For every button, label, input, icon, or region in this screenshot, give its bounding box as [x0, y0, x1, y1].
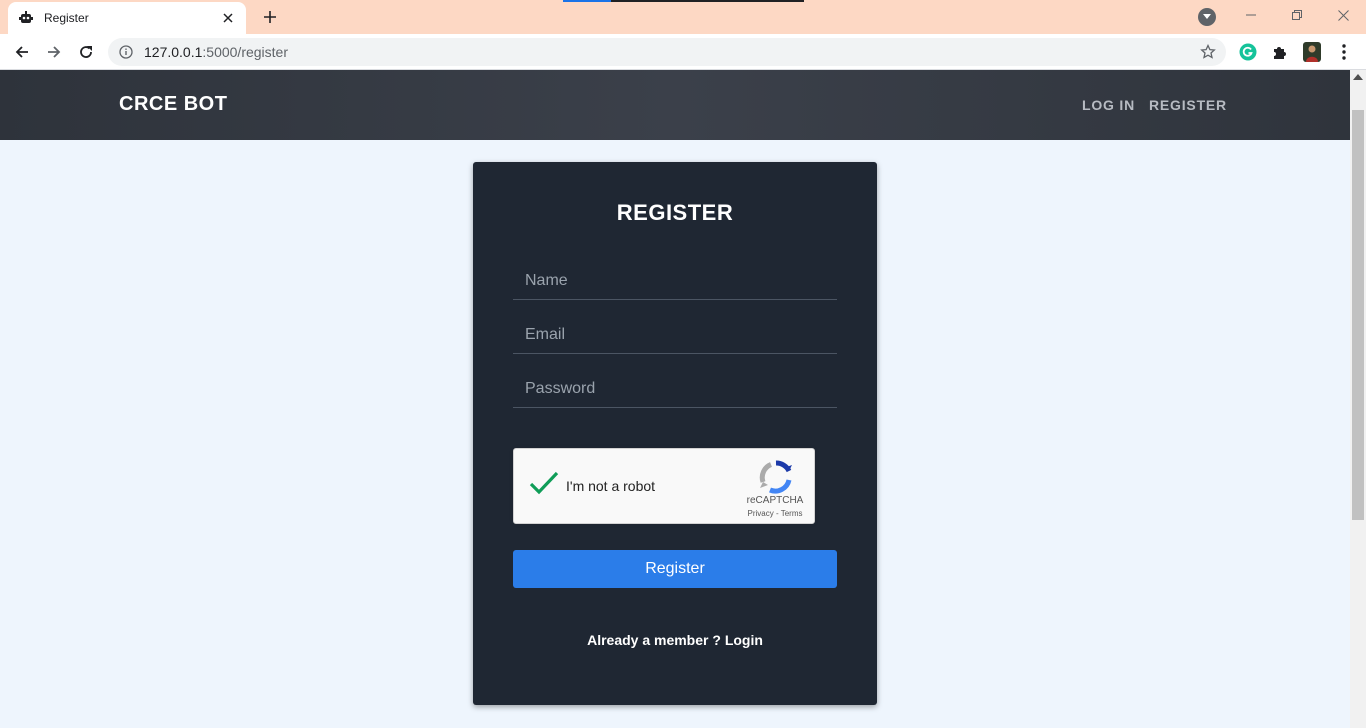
minimize-icon[interactable]: [1228, 0, 1274, 30]
url-text: 127.0.0.1:5000/register: [144, 44, 288, 60]
plus-icon[interactable]: [258, 5, 282, 29]
captcha-checkmark-icon[interactable]: [528, 467, 560, 499]
scroll-up-arrow-icon[interactable]: [1353, 74, 1363, 80]
chevron-down-icon[interactable]: [1198, 8, 1216, 26]
address-bar[interactable]: 127.0.0.1:5000/register: [108, 38, 1226, 66]
login-prompt-text: Already a member ?: [587, 632, 721, 648]
recaptcha-logo-icon: [758, 459, 794, 495]
reload-icon[interactable]: [72, 38, 100, 66]
password-input[interactable]: [513, 370, 837, 408]
window-close-icon[interactable]: [1320, 0, 1366, 30]
more-vert-icon[interactable]: [1334, 42, 1354, 62]
profile-avatar[interactable]: [1302, 42, 1322, 62]
captcha-links[interactable]: Privacy - Terms: [740, 509, 810, 518]
back-arrow-icon[interactable]: [8, 38, 36, 66]
browser-toolbar: 127.0.0.1:5000/register: [0, 34, 1366, 70]
name-input[interactable]: [513, 262, 837, 300]
register-button[interactable]: Register: [513, 550, 837, 588]
email-input[interactable]: [513, 316, 837, 354]
nav-register-link[interactable]: REGISTER: [1149, 97, 1227, 113]
url-path: :5000/register: [202, 44, 288, 60]
url-host: 127.0.0.1: [144, 44, 203, 60]
scroll-thumb[interactable]: [1352, 110, 1364, 520]
register-card: REGISTER I'm not a robot reCAPTCHA Priva…: [473, 162, 877, 705]
extensions-puzzle-icon[interactable]: [1270, 42, 1290, 62]
forward-arrow-icon[interactable]: [40, 38, 68, 66]
browser-tab-strip: Register: [0, 0, 1366, 34]
form-title: REGISTER: [616, 200, 734, 225]
page-viewport: CRCE BOT LOG IN REGISTER REGISTER I'm no…: [0, 70, 1350, 728]
close-icon[interactable]: [220, 10, 236, 26]
browser-tab[interactable]: Register: [8, 2, 246, 34]
login-link[interactable]: Login: [725, 632, 763, 648]
bookmark-star-icon[interactable]: [1200, 43, 1216, 60]
tab-title: Register: [44, 11, 89, 25]
grammarly-icon[interactable]: [1238, 42, 1258, 62]
restore-icon[interactable]: [1274, 0, 1320, 30]
site-brand[interactable]: CRCE BOT: [119, 93, 227, 116]
captcha-label: I'm not a robot: [566, 478, 656, 494]
tab-strip-accent-blue: [563, 0, 611, 2]
robot-icon: [18, 10, 34, 26]
page-scrollbar[interactable]: [1350, 70, 1366, 728]
recaptcha-widget: I'm not a robot reCAPTCHA Privacy - Term…: [513, 448, 815, 524]
captcha-brand: reCAPTCHA: [746, 495, 804, 506]
info-icon[interactable]: [118, 44, 134, 60]
nav-login-link[interactable]: LOG IN: [1082, 97, 1135, 113]
login-prompt: Already a member ? Login: [473, 632, 877, 648]
site-navbar: CRCE BOT LOG IN REGISTER: [0, 70, 1350, 140]
